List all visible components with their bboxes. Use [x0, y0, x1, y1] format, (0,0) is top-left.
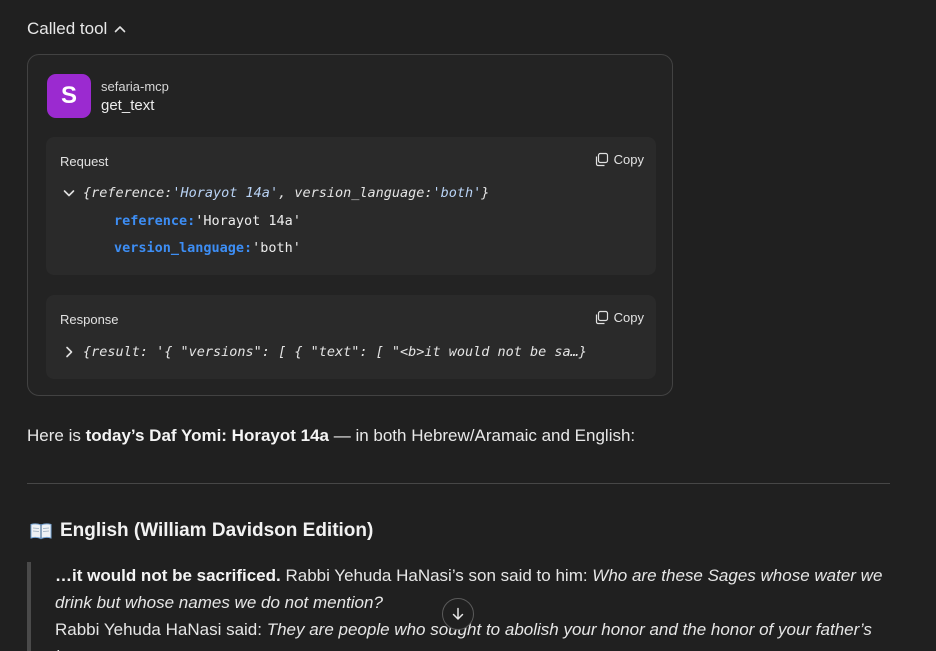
request-summary-mid: , version_language: [278, 185, 433, 201]
server-name: sefaria-mcp [101, 79, 169, 94]
response-summary-text: {result: '{ "versions": [ { "text": [ "<… [83, 344, 587, 360]
chevron-up-icon [115, 26, 126, 33]
section-heading: English (William Davidson Edition) [30, 520, 373, 542]
arrow-down-icon [452, 607, 464, 620]
called-tool-label: Called tool [27, 19, 108, 38]
server-avatar: S [47, 74, 91, 118]
copy-icon [595, 152, 608, 167]
tool-name: get_text [101, 97, 155, 114]
param-value: 'both' [252, 240, 301, 256]
param-key: version_language: [114, 240, 253, 256]
quote-bold-lead: …it would not be sacrificed. [55, 566, 281, 585]
response-copy-button[interactable]: Copy [594, 310, 644, 325]
param-row-reference: reference: 'Horayot 14a' [114, 213, 301, 229]
response-summary[interactable]: {result: '{ "versions": [ { "text": [ "<… [62, 344, 587, 360]
response-panel: Response Copy {result: '{ "versions": [ … [46, 295, 656, 379]
quote-plain: Rabbi Yehuda HaNasi said: [55, 620, 267, 639]
chevron-down-icon[interactable] [62, 186, 76, 200]
chevron-right-icon[interactable] [62, 345, 76, 359]
quote-plain: Rabbi Yehuda HaNasi’s son said to him: [280, 566, 593, 585]
chat-page: Called tool S sefaria-mcp get_text Reque… [0, 0, 936, 651]
intro-suffix: — in both Hebrew/Aramaic and English: [329, 426, 636, 445]
section-title: English (William Davidson Edition) [60, 520, 374, 541]
intro-text: Here is today’s Daf Yomi: Horayot 14a — … [27, 426, 635, 446]
open-book-icon [30, 523, 52, 540]
quote-text: …it would not be sacrificed. Rabbi Yehud… [55, 562, 900, 651]
tool-call-card: S sefaria-mcp get_text Request Copy {ref… [27, 54, 673, 396]
copy-label: Copy [613, 310, 644, 325]
param-value: 'Horayot 14a' [195, 213, 301, 229]
param-key: reference: [114, 213, 196, 229]
request-summary-open: {reference: [83, 185, 173, 201]
divider [27, 483, 890, 484]
copy-label: Copy [613, 152, 644, 167]
response-label: Response [60, 312, 119, 327]
request-summary-language: 'both' [432, 185, 482, 201]
request-summary-reference: 'Horayot 14a' [172, 185, 279, 201]
request-summary-close: } [481, 185, 490, 201]
copy-icon [595, 310, 608, 325]
param-row-version-language: version_language: 'both' [114, 240, 301, 256]
scroll-to-bottom-button[interactable] [442, 598, 474, 630]
request-label: Request [60, 154, 109, 169]
request-panel: Request Copy {reference: 'Horayot 14a' ,… [46, 137, 656, 275]
called-tool-toggle[interactable]: Called tool [27, 19, 127, 39]
intro-bold: today’s Daf Yomi: Horayot 14a [85, 426, 329, 445]
request-summary[interactable]: {reference: 'Horayot 14a' , version_lang… [62, 185, 489, 201]
intro-prefix: Here is [27, 426, 86, 445]
request-copy-button[interactable]: Copy [594, 152, 644, 167]
